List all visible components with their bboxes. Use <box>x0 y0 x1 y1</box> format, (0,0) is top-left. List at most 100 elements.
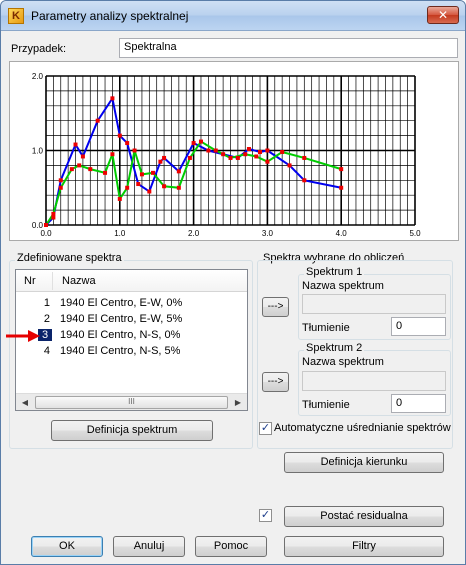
chart-data-point <box>110 96 115 101</box>
list-item-nr: 2 <box>43 313 50 325</box>
chart-data-point <box>132 148 137 153</box>
transfer-to-spectrum-2-button[interactable]: ---> <box>262 372 289 392</box>
spectrum-2-damping-field[interactable]: 0 <box>391 394 446 413</box>
chart-data-point <box>77 163 82 168</box>
list-item-name: 1940 El Centro, N-S, 0% <box>60 329 181 341</box>
chart-data-point <box>151 170 156 175</box>
chart-data-point <box>235 155 240 160</box>
help-button[interactable]: Pomoc <box>195 536 267 557</box>
close-button[interactable]: ✕ <box>427 6 459 24</box>
transfer-to-spectrum-1-button[interactable]: ---> <box>262 297 289 317</box>
chart-x-tick-label: 3.0 <box>262 229 274 238</box>
chart-data-point <box>51 215 56 220</box>
column-name[interactable]: Nazwa <box>62 275 96 287</box>
list-item[interactable]: 2 1940 El Centro, E-W, 5% <box>16 312 247 328</box>
chart-data-point <box>69 167 74 172</box>
auto-average-label[interactable]: Automatyczne uśrednianie spektrów <box>274 422 451 434</box>
case-field[interactable]: Spektralna <box>119 38 458 58</box>
chart-data-point <box>162 155 167 160</box>
chart-y-tick-label: 2.0 <box>32 72 44 81</box>
chart-data-point <box>265 159 270 164</box>
list-item[interactable]: 1 1940 El Centro, E-W, 0% <box>16 296 247 312</box>
spectrum-2-title: Spektrum 2 <box>304 342 365 354</box>
spectrum-1-name-field[interactable] <box>302 294 446 314</box>
chart-data-point <box>258 149 263 154</box>
spectrum-2-damping-label: Tłumienie <box>302 399 350 411</box>
chart-data-point <box>88 167 93 172</box>
chart-data-point <box>287 163 292 168</box>
scrollbar-thumb[interactable]: III <box>35 396 228 409</box>
spectrum-1-damping-label: Tłumienie <box>302 322 350 334</box>
list-item-nr: 1 <box>43 297 50 309</box>
defined-spectra-title: Zdefiniowane spektra <box>15 252 124 264</box>
chart-data-point <box>302 178 307 183</box>
list-item[interactable]: 4 1940 El Centro, N-S, 5% <box>16 344 247 360</box>
spectrum-2-name-label: Nazwa spektrum <box>302 356 384 368</box>
chart-data-point <box>125 141 130 146</box>
app-icon: K <box>8 8 24 24</box>
chart-data-point <box>110 152 115 157</box>
spectrum-1-damping-field[interactable]: 0 <box>391 317 446 336</box>
chart-data-point <box>187 155 192 160</box>
cancel-button[interactable]: Anuluj <box>113 536 185 557</box>
chart-data-point <box>339 167 344 172</box>
title-bar[interactable]: K Parametry analizy spektralnej ✕ <box>1 1 465 31</box>
column-separator[interactable] <box>52 272 53 290</box>
chart-data-point <box>228 155 233 160</box>
chart-data-point <box>44 223 48 227</box>
chart-data-point <box>136 182 141 187</box>
chart-data-point <box>147 189 152 194</box>
list-item-nr: 3 <box>37 328 53 342</box>
list-item-name: 1940 El Centro, E-W, 5% <box>60 313 183 325</box>
chart-data-point <box>117 133 122 138</box>
dialog-window: K Parametry analizy spektralnej ✕ Przypa… <box>0 0 466 565</box>
ok-button[interactable]: OK <box>31 536 103 557</box>
horizontal-scrollbar[interactable]: ◀ III ▶ <box>16 393 247 410</box>
red-arrow-icon <box>6 330 40 342</box>
chart-data-point <box>206 148 211 153</box>
list-item-name: 1940 El Centro, E-W, 0% <box>60 297 183 309</box>
chart-y-tick-label: 1.0 <box>32 147 44 156</box>
chart-x-tick-label: 4.0 <box>336 229 348 238</box>
residual-form-button[interactable]: Postać residualna <box>284 506 444 527</box>
column-nr[interactable]: Nr <box>24 275 36 287</box>
chart-data-point <box>51 211 56 216</box>
chart-data-point <box>198 139 203 144</box>
chart-data-point <box>254 154 259 159</box>
chart-data-point <box>139 172 144 177</box>
chart-data-point <box>302 155 307 160</box>
spectrum-2-name-field[interactable] <box>302 371 446 391</box>
chart-data-point <box>80 154 85 159</box>
defined-spectra-list[interactable]: Nr Nazwa 1 1940 El Centro, E-W, 0% 2 194… <box>15 269 248 411</box>
spectrum-chart: 0.0 1.0 2.0 3.0 4.0 5.0 0.0 1.0 2.0 <box>9 61 459 241</box>
chart-x-tick-label: 0.0 <box>40 229 52 238</box>
chart-data-point <box>176 169 181 174</box>
chart-data-point <box>265 148 270 153</box>
chart-data-point <box>158 159 163 164</box>
window-title: Parametry analizy spektralnej <box>31 9 189 23</box>
filters-button[interactable]: Filtry <box>284 536 444 557</box>
chart-data-point <box>95 118 100 123</box>
scroll-left-arrow-icon[interactable]: ◀ <box>17 395 33 410</box>
define-spectrum-button[interactable]: Definicja spektrum <box>51 420 213 441</box>
define-direction-button[interactable]: Definicja kierunku <box>284 452 444 473</box>
spectrum-1-name-label: Nazwa spektrum <box>302 280 384 292</box>
chart-data-point <box>176 185 181 190</box>
list-item-nr: 4 <box>43 345 50 357</box>
chart-data-point <box>58 185 63 190</box>
chart-data-point <box>221 152 226 157</box>
auto-average-checkbox[interactable]: ✓ <box>259 422 272 435</box>
chart-data-point <box>191 141 196 146</box>
chart-x-tick-label: 1.0 <box>114 229 126 238</box>
chart-y-tick-label: 0.0 <box>32 221 44 230</box>
chart-data-point <box>103 170 108 175</box>
case-label: Przypadek: <box>11 43 67 55</box>
chart-data-point <box>280 149 285 154</box>
chart-data-point <box>339 185 344 190</box>
scroll-right-arrow-icon[interactable]: ▶ <box>230 395 246 410</box>
chart-data-point <box>58 178 63 183</box>
chart-data-point <box>117 196 122 201</box>
chart-canvas: 0.0 1.0 2.0 3.0 4.0 5.0 0.0 1.0 2.0 <box>32 72 421 238</box>
residual-checkbox[interactable]: ✓ <box>259 509 272 522</box>
list-item-selected[interactable]: 3 1940 El Centro, N-S, 0% <box>16 328 247 344</box>
